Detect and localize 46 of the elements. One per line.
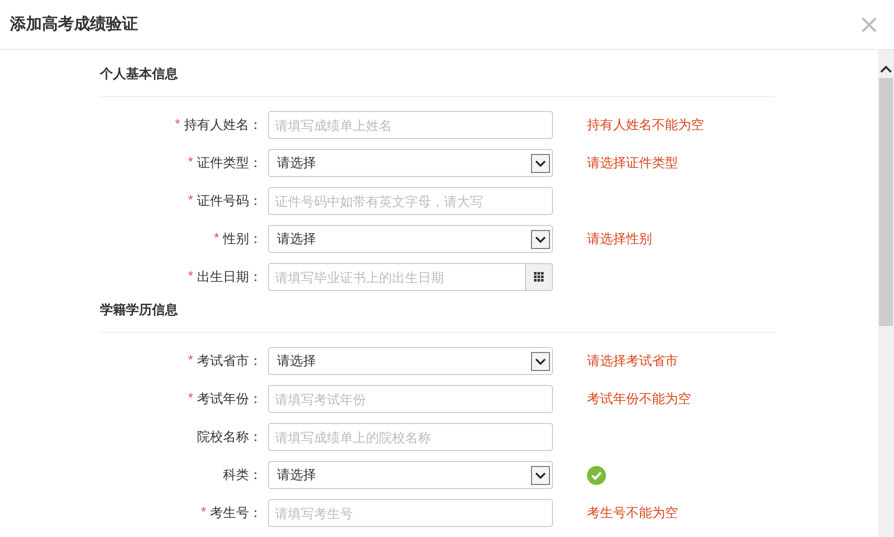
grid-icon [534,272,544,282]
text-field[interactable]: 请填写成绩单上姓名 [268,111,553,139]
required-mark: * [214,230,219,247]
field-label: 证件类型： [197,154,262,172]
scroll-up-icon[interactable] [880,64,892,74]
error-message: 考生号不能为空 [587,504,679,522]
caret-icon [531,154,550,172]
error-message: 持有人姓名不能为空 [587,116,705,134]
caret-icon [531,230,550,248]
error-message: 请选择考试省市 [587,352,679,370]
select-field[interactable]: 请选择 [268,461,553,489]
required-mark: * [174,116,180,133]
select-field[interactable]: 请选择 [268,225,553,253]
field-label: 考试省市： [197,352,262,370]
field-label: 考生号： [210,504,262,522]
field-label: 持有人姓名： [184,116,262,134]
field-label: 性别： [223,230,262,248]
required-mark: * [188,352,193,369]
scroll-thumb[interactable] [879,78,893,326]
select-field[interactable]: 请选择 [268,347,553,375]
text-field[interactable]: 请填写考生号 [268,499,553,527]
error-message: 请选择证件类型 [587,154,679,172]
field-label: 科类： [223,466,262,484]
error-message: 请选择性别 [587,230,653,248]
date-field[interactable]: 请填写毕业证书上的出生日期 [268,263,526,291]
section-title: 个人基本信息 [100,64,775,97]
field-label: 院校名称： [197,428,262,446]
scrollbar[interactable] [878,50,894,537]
required-mark: * [200,504,206,521]
required-mark: * [188,268,193,285]
section-title: 学籍学历信息 [100,300,775,333]
field-label: 出生日期： [197,268,262,286]
error-message: 考试年份不能为空 [587,390,692,408]
required-mark: * [188,390,193,407]
text-field[interactable]: 证件号码中如带有英文字母，请大写 [268,187,553,215]
text-field[interactable]: 请填写考试年份 [268,385,553,413]
calendar-button[interactable] [526,263,553,291]
field-label: 考试年份： [197,390,262,408]
required-mark: * [188,154,193,171]
caret-icon [531,466,550,484]
field-label: 证件号码： [197,192,262,210]
select-field[interactable]: 请选择 [268,149,553,177]
required-mark: * [188,192,193,209]
dialog-title: 添加高考成绩验证 [10,14,138,35]
text-field[interactable]: 请填写成绩单上的院校名称 [268,423,553,451]
caret-icon [531,352,550,370]
